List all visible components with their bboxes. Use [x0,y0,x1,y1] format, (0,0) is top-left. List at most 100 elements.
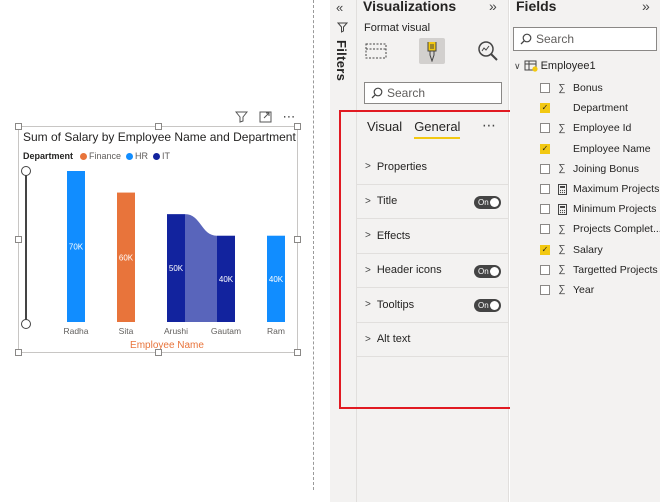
resize-handle[interactable] [15,349,22,356]
field-item[interactable]: Minimum Projects [540,199,660,219]
more-options-icon[interactable]: ⋯ [281,109,297,124]
field-item[interactable]: ∑ Year [540,280,660,300]
field-item[interactable]: Employee Name [540,139,660,159]
field-item[interactable]: ∑ Joining Bonus [540,159,660,179]
resize-handle[interactable] [155,349,162,356]
format-tabs: Visual General [367,119,461,139]
sigma-icon: ∑ [558,244,566,256]
field-item[interactable]: ∑ Employee Id [540,118,660,138]
field-list: ∑ Bonus Department ∑ Employee Id Employee Nam… [540,78,660,300]
field-item[interactable]: Department [540,98,660,118]
resize-handle[interactable] [15,123,22,130]
calculator-icon [556,203,568,215]
filter-icon[interactable] [233,110,249,124]
field-checkbox[interactable] [540,244,550,255]
tab-general[interactable]: General [414,119,461,139]
data-label: 70K [69,243,84,252]
resize-handle[interactable] [155,123,162,130]
field-label: Maximum Projects [573,183,660,196]
section-label: Effects [376,229,411,242]
focus-mode-icon[interactable] [257,110,273,124]
expand-chevron-icon[interactable]: ∨ [514,61,521,72]
field-checkbox[interactable] [540,103,550,114]
chevron-right-icon: > [365,333,371,345]
more-options-icon[interactable]: ⋯ [482,117,497,134]
collapse-chevron-icon[interactable]: » [489,0,497,14]
field-item[interactable]: ∑ Targetted Projects [540,260,660,280]
fields-search-input[interactable] [536,32,646,46]
field-checkbox[interactable] [540,224,550,235]
fields-search-box[interactable] [513,27,657,51]
sigma-icon: ∑ [558,284,566,296]
format-section-properties[interactable]: > Properties [357,150,509,185]
chevron-right-icon: > [365,195,371,207]
filter-funnel-icon [336,22,349,36]
field-checkbox[interactable] [540,123,550,134]
sigma-icon: ∑ [558,122,566,134]
field-label: Projects Complet... [573,223,660,236]
ribbon-connector[interactable] [185,214,217,322]
sigma-icon: ∑ [558,264,566,276]
sigma-icon: ∑ [558,82,566,94]
visualizations-pane: Visualizations » Format visual Visual Ge… [357,0,509,502]
field-item[interactable]: ∑ Salary [540,240,660,260]
field-label: Employee Name [573,142,651,155]
x-tick-label: Ram [267,326,285,336]
field-label: Minimum Projects [573,203,657,216]
tab-visual[interactable]: Visual [367,119,402,139]
ribbon-chart-visual[interactable]: Sum of Salary by Employee Name and Depar… [15,123,301,356]
search-icon [520,33,532,45]
section-toggle[interactable]: On [474,264,501,278]
visualizations-title: Visualizations [363,0,457,14]
toggle-knob [490,197,499,207]
x-tick-label: Gautam [211,326,241,336]
format-section-title[interactable]: > Title On [357,185,509,219]
format-paintbrush-icon[interactable] [419,38,445,64]
canvas-gutter [315,0,329,502]
format-section-header-icons[interactable]: > Header icons On [357,254,509,288]
field-checkbox[interactable] [540,204,550,215]
expand-chevron-icon[interactable]: « [336,0,343,15]
field-item[interactable]: Maximum Projects [540,179,660,199]
table-node-employee1[interactable]: ∨ Employee1 [514,60,596,72]
field-checkbox[interactable] [540,83,550,94]
section-label: Alt text [376,333,411,346]
filters-pane-collapsed[interactable]: « Filters [330,0,357,502]
field-label: Employee Id [573,122,632,135]
chart-plot-area: 70K Radha 60K Sita 50K Arushi 40K Gautam 40K Ram E… [63,171,285,351]
format-search-box[interactable] [364,82,502,104]
section-label: Title [376,195,398,208]
format-section-alt-text[interactable]: > Alt text [357,323,509,357]
chevron-right-icon: > [365,264,371,276]
field-label: Bonus [573,82,603,95]
format-sections-list: > Properties > Title On > Effects > Header icons… [357,150,509,357]
table-name: Employee1 [540,60,596,72]
format-search-input[interactable] [387,86,487,100]
section-toggle[interactable]: On [474,299,501,312]
toggle-knob [490,266,499,276]
resize-handle[interactable] [294,236,301,243]
resize-handle[interactable] [294,123,301,130]
section-toggle[interactable]: On [474,195,501,209]
format-visual-label: Format visual [364,22,431,34]
collapse-chevron-icon[interactable]: » [642,0,650,14]
x-tick-label: Radha [63,326,88,336]
build-visual-icon[interactable] [363,38,389,64]
field-item[interactable]: ∑ Bonus [540,78,660,98]
chevron-right-icon: > [365,161,371,173]
x-tick-label: Sita [119,326,134,336]
field-checkbox[interactable] [540,264,550,275]
format-section-effects[interactable]: > Effects [357,219,509,254]
section-label: Header icons [376,264,442,277]
x-axis-title: Employee Name [130,340,204,351]
field-checkbox[interactable] [540,284,550,295]
analytics-icon[interactable] [475,38,501,64]
resize-handle[interactable] [15,236,22,243]
field-item[interactable]: ∑ Projects Complet... [540,219,660,239]
field-label: Year [573,283,595,296]
resize-handle[interactable] [294,349,301,356]
field-checkbox[interactable] [540,163,550,174]
format-section-tooltips[interactable]: > Tooltips On [357,288,509,323]
field-checkbox[interactable] [540,143,550,154]
field-checkbox[interactable] [540,184,550,195]
